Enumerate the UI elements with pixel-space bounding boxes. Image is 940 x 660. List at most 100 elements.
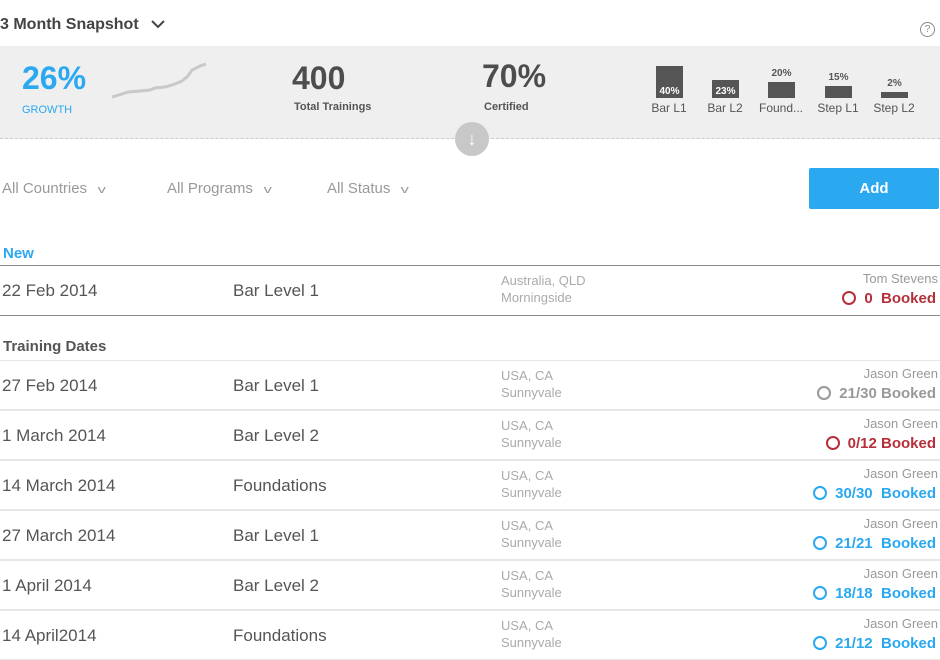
- training-row[interactable]: 14 March 2014 Foundations USA, CA Sunnyva…: [0, 460, 940, 510]
- booking-count: 21/12 Booked: [835, 635, 936, 652]
- program-filter[interactable]: All Programs v: [167, 180, 272, 197]
- training-date: 1 April 2014: [2, 576, 92, 595]
- training-date: 22 Feb 2014: [2, 281, 98, 300]
- training-date: 27 March 2014: [2, 526, 116, 545]
- training-date: 1 March 2014: [2, 426, 106, 445]
- location-city: Sunnyvale: [501, 585, 562, 600]
- expand-arrow-button[interactable]: ↓: [455, 122, 489, 156]
- bar-percent: 15%: [828, 72, 849, 83]
- location-region: USA, CA: [501, 618, 554, 633]
- location-region: Australia, QLD: [501, 273, 586, 288]
- training-program: Bar Level 1: [233, 526, 319, 545]
- location-city: Morningside: [501, 290, 572, 305]
- booking-status: 0 Booked: [842, 290, 936, 307]
- booking-count: 30/30 Booked: [835, 485, 936, 502]
- location-region: USA, CA: [501, 368, 554, 383]
- training-location: USA, CA Sunnyvale: [501, 567, 562, 601]
- country-filter[interactable]: All Countries v: [2, 180, 106, 197]
- certified-value: 70%: [482, 58, 547, 94]
- distribution-bar: [825, 86, 852, 98]
- help-icon[interactable]: ?: [920, 22, 935, 37]
- country-filter-label: All Countries: [2, 180, 88, 197]
- training-date: 14 March 2014: [2, 476, 116, 495]
- training-program: Bar Level 1: [233, 281, 319, 300]
- training-row[interactable]: 1 March 2014 Bar Level 2 USA, CA Sunnyval…: [0, 410, 940, 460]
- trainer-name: Jason Green: [863, 616, 938, 631]
- trainee-icon: [813, 536, 828, 550]
- booking-count: 21/30 Booked: [839, 385, 936, 402]
- training-program: Bar Level 2: [233, 426, 319, 445]
- chevron-down-icon: v: [97, 184, 106, 196]
- booking-status: 21/21 Booked: [813, 535, 936, 552]
- booking-status: 18/18 Booked: [813, 585, 936, 602]
- booking-count: 18/18 Booked: [835, 585, 936, 602]
- booking-status: 30/30 Booked: [813, 485, 936, 502]
- booking-status: 21/30 Booked: [817, 385, 936, 402]
- training-program: Bar Level 2: [233, 576, 319, 595]
- training-program: Foundations: [233, 626, 327, 645]
- distribution-bar: [881, 92, 908, 98]
- training-location: USA, CA Sunnyvale: [501, 417, 562, 451]
- trainer-name: Tom Stevens: [862, 271, 938, 286]
- bar-label: Step L1: [817, 101, 859, 115]
- training-row[interactable]: 14 April2014 Foundations USA, CA Sunnyval…: [0, 610, 940, 660]
- chevron-down-icon[interactable]: [150, 18, 166, 30]
- trainer-name: Jason Green: [863, 566, 938, 581]
- location-city: Sunnyvale: [501, 485, 562, 500]
- bar-label: Found...: [758, 101, 804, 115]
- distribution-bar: 23%: [712, 80, 739, 98]
- training-row[interactable]: 27 Feb 2014 Bar Level 1 USA, CA Sunnyvale…: [0, 360, 940, 410]
- total-trainings-label: Total Trainings: [294, 101, 372, 113]
- new-heading: New: [3, 245, 34, 262]
- distribution-bar: [768, 82, 795, 98]
- training-row[interactable]: 22 Feb 2014 Bar Level 1 Australia, QLD Mo…: [0, 266, 940, 316]
- location-region: USA, CA: [501, 468, 554, 483]
- location-region: USA, CA: [501, 518, 554, 533]
- bar-label: Step L2: [873, 101, 915, 115]
- bar-label: Bar L2: [707, 101, 743, 115]
- trainer-name: Jason Green: [863, 416, 938, 431]
- program-filter-label: All Programs: [167, 180, 253, 197]
- training-location: USA, CA Sunnyvale: [501, 617, 562, 651]
- trainee-icon: [813, 486, 828, 500]
- training-program: Bar Level 1: [233, 376, 319, 395]
- training-dates-heading: Training Dates: [3, 338, 107, 355]
- total-trainings-value: 400: [292, 60, 346, 96]
- trainee-icon: [817, 386, 832, 400]
- status-filter[interactable]: All Status v: [327, 180, 410, 197]
- booking-count: 21/21 Booked: [835, 535, 936, 552]
- location-city: Sunnyvale: [501, 435, 562, 450]
- certified-label: Certified: [484, 101, 529, 113]
- chevron-down-icon: v: [263, 184, 272, 196]
- training-location: USA, CA Sunnyvale: [501, 517, 562, 551]
- trainee-icon: [813, 586, 828, 600]
- booking-count: 0 Booked: [864, 290, 936, 307]
- training-location: USA, CA Sunnyvale: [501, 367, 562, 401]
- growth-sparkline: [111, 62, 207, 99]
- status-filter-label: All Status: [327, 180, 391, 197]
- bar-label: Bar L1: [651, 101, 687, 115]
- booking-status: 21/12 Booked: [813, 635, 936, 652]
- distribution-bar: 40%: [656, 66, 683, 98]
- training-location: Australia, QLD Morningside: [501, 272, 586, 306]
- bar-percent: 40%: [659, 86, 680, 97]
- add-button[interactable]: Add: [809, 168, 939, 209]
- training-row[interactable]: 27 March 2014 Bar Level 1 USA, CA Sunnyva…: [0, 510, 940, 560]
- training-location: USA, CA Sunnyvale: [501, 467, 562, 501]
- divider: [0, 315, 940, 316]
- training-row[interactable]: 1 April 2014 Bar Level 2 USA, CA Sunnyval…: [0, 560, 940, 610]
- bar-percent: 23%: [715, 86, 736, 97]
- trainer-name: Jason Green: [863, 466, 938, 481]
- trainee-icon: [813, 636, 828, 650]
- booking-status: 0/12 Booked: [825, 435, 936, 452]
- bar-percent: 20%: [771, 68, 792, 79]
- training-program: Foundations: [233, 476, 327, 495]
- growth-value: 26%: [22, 60, 87, 96]
- trainee-icon: [842, 291, 857, 305]
- snapshot-period-dropdown[interactable]: 3 Month Snapshot: [0, 16, 139, 34]
- growth-label: GROWTH: [22, 104, 73, 116]
- trainer-name: Jason Green: [863, 516, 938, 531]
- chevron-down-icon: v: [401, 184, 410, 196]
- training-date: 27 Feb 2014: [2, 376, 98, 395]
- booking-count: 0/12 Booked: [847, 435, 936, 452]
